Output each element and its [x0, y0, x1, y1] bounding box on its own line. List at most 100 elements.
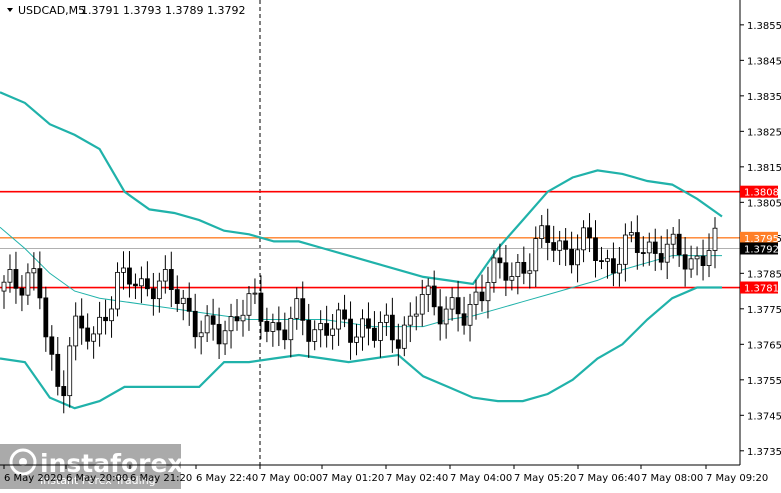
- candle-body: [121, 267, 126, 273]
- time-tick-label: 7 May 05:20: [514, 473, 576, 484]
- candle-body: [539, 225, 545, 240]
- candle-body: [688, 258, 694, 270]
- candle-body: [282, 329, 288, 341]
- candle-body: [479, 291, 485, 302]
- candle-body: [551, 242, 557, 251]
- candle-body: [646, 241, 652, 254]
- candle-body: [467, 304, 473, 326]
- candle-body: [300, 298, 306, 321]
- candle-body: [276, 322, 282, 331]
- price-tick-label: 1.3845: [747, 56, 781, 67]
- candle-body: [7, 269, 13, 283]
- candle-body: [664, 243, 670, 263]
- candle-body: [389, 314, 395, 341]
- candle-body: [473, 291, 479, 305]
- candle-body: [79, 315, 85, 329]
- candle-body: [318, 323, 324, 331]
- candle-body: [611, 258, 616, 274]
- candle-body: [1, 281, 7, 292]
- candle-body: [31, 268, 37, 274]
- candle-body: [288, 317, 294, 341]
- candle-body: [563, 240, 569, 250]
- symbol-timeframe: USDCAD,M5: [18, 4, 85, 17]
- candle-body: [133, 283, 138, 287]
- candle-body: [676, 233, 682, 256]
- time-tick-label: 6 May 20:00: [66, 473, 128, 484]
- candle-body: [491, 257, 497, 283]
- candle-body: [103, 316, 108, 322]
- candle-body: [443, 308, 449, 325]
- candle-body: [706, 250, 712, 266]
- candle-body: [694, 255, 700, 260]
- candle-body: [192, 310, 198, 338]
- candle-body: [162, 269, 168, 282]
- candle-body: [617, 263, 622, 274]
- time-tick-label: 7 May 08:00: [641, 473, 703, 484]
- candle-body: [258, 292, 264, 322]
- candle-body: [186, 297, 192, 312]
- candle-body: [228, 316, 234, 332]
- time-tick-label: 6 May 2020: [4, 473, 63, 484]
- chart-header: USDCAD,M5 1.3791 1.3793 1.3789 1.3792: [7, 4, 245, 17]
- candle-body: [25, 272, 31, 296]
- price-tick-label: 1.3815: [747, 163, 781, 174]
- time-tick-label: 7 May 02:40: [386, 473, 448, 484]
- price-tick-label: 1.3745: [747, 411, 781, 422]
- candle-body: [378, 322, 383, 341]
- candle-body: [712, 227, 718, 251]
- time-tick-label: 7 May 09:20: [706, 473, 768, 484]
- candle-body: [545, 225, 551, 243]
- candle-body: [413, 313, 419, 317]
- price-tick-label: 1.3775: [747, 305, 781, 316]
- candle-body: [210, 315, 216, 325]
- candle-body: [658, 253, 664, 263]
- candle-body: [533, 238, 539, 272]
- candle-body: [593, 237, 598, 262]
- lower-band-line: [0, 286, 722, 410]
- candle-body: [581, 227, 586, 251]
- candle-body: [348, 318, 353, 343]
- price-chart[interactable]: instaforex Instant Forex Trading 1.3855 1…: [0, 0, 781, 489]
- candle-body: [395, 339, 401, 349]
- time-tick-label: 6 May 21:20: [130, 473, 192, 484]
- candle-body: [527, 270, 533, 274]
- candle-body: [127, 267, 132, 285]
- price-tick-label: 1.3805: [747, 198, 781, 209]
- candle-body: [360, 318, 365, 338]
- candle-body: [587, 227, 592, 239]
- candle-body: [407, 315, 413, 326]
- current-price-tag: 1.3792: [744, 244, 779, 255]
- level-price-tag: 1.3808: [744, 188, 779, 199]
- candle-body: [144, 278, 150, 290]
- candle-body: [383, 314, 389, 323]
- candle-body: [354, 336, 359, 343]
- candle-body: [640, 252, 646, 254]
- candle-body: [455, 297, 461, 315]
- candle-body: [503, 262, 509, 281]
- candle-body: [652, 241, 658, 254]
- candle-body: [700, 255, 706, 266]
- level-price-tag: 1.3781: [744, 284, 779, 295]
- candle-body: [246, 293, 252, 316]
- candle-body: [19, 287, 25, 296]
- candle-body: [204, 315, 210, 334]
- chart-canvas[interactable]: instaforex Instant Forex Trading 1.38551…: [0, 0, 781, 489]
- price-tick-label: 1.3735: [747, 447, 781, 458]
- candle-body: [234, 316, 240, 322]
- candle-body: [401, 324, 407, 349]
- candle-body: [216, 323, 222, 345]
- candle-body: [575, 249, 580, 266]
- candle-body: [73, 315, 79, 347]
- candle-body: [605, 258, 610, 262]
- candle-body: [372, 327, 377, 341]
- candle-body: [670, 233, 676, 245]
- candle-body: [682, 254, 688, 270]
- price-tick-label: 1.3855: [747, 21, 781, 32]
- candle-body: [85, 327, 91, 342]
- candle-body: [168, 269, 174, 290]
- candle-body: [342, 309, 347, 320]
- candles: [1, 208, 718, 414]
- candle-body: [431, 285, 437, 308]
- candle-body: [43, 297, 49, 338]
- candle-body: [366, 318, 371, 329]
